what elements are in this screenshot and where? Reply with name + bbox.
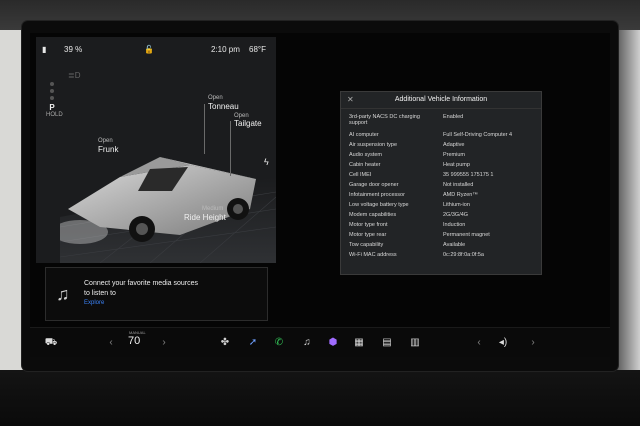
explore-link[interactable]: Explore: [84, 300, 104, 306]
info-value: Lithium-ion: [443, 202, 470, 208]
info-key: Air suspension type: [349, 142, 397, 148]
frunk-state: Open: [98, 138, 113, 144]
info-value: AMD Ryzen™: [443, 192, 478, 198]
battery-percent: 39 %: [64, 45, 83, 54]
info-key: Cell IMEI: [349, 172, 372, 178]
ride-height-button[interactable]: Ride Height: [184, 213, 226, 222]
info-value: 0c:29:8f:0a:0f:5a: [443, 252, 484, 258]
gear-selector[interactable]: P HOLD: [46, 79, 63, 131]
touchscreen: ▮ 39 % 🔓 2:10 pm 68°F P HOLD ≣D Open Ton…: [30, 33, 610, 357]
media-prompt-line2: to listen to: [84, 290, 116, 297]
music-icon[interactable]: ♫: [300, 336, 314, 350]
info-value: Induction: [443, 222, 466, 228]
info-key: Modem capabilities: [349, 212, 397, 218]
info-value: Not installed: [443, 182, 474, 188]
clock: 2:10 pm: [211, 45, 240, 54]
info-key: Infotainment processor: [349, 192, 405, 198]
info-value: Permanent magnet: [443, 232, 490, 238]
frunk-button[interactable]: Frunk: [98, 145, 118, 154]
info-key: Tow capability: [349, 242, 384, 248]
info-value: Heat pump: [443, 162, 470, 168]
info-value: Full Self-Driving Computer 4: [443, 132, 513, 138]
music-note-icon: ♫: [56, 284, 70, 304]
media-card[interactable]: ♫ Connect your favorite media sources to…: [45, 267, 268, 321]
info-value: Adaptive: [443, 142, 465, 148]
volume-down-chevron-icon[interactable]: ‹: [472, 336, 486, 350]
volume-icon[interactable]: ◂): [496, 336, 510, 350]
info-value: Enabled: [443, 114, 464, 120]
vehicle-info-dialog: ✕ Additional Vehicle Information 3rd-par…: [340, 91, 542, 275]
tonneau-state: Open: [208, 95, 223, 101]
notes-icon[interactable]: ▤: [380, 336, 394, 350]
temp-decrease-chevron-icon[interactable]: ‹: [104, 336, 118, 350]
headlight-icon[interactable]: ≣D: [68, 71, 80, 80]
background-bottom: [0, 370, 640, 426]
info-key: 3rd-party NACS DC charging support: [349, 114, 420, 126]
tailgate-leader: [230, 121, 231, 176]
info-key: Cabin heater: [349, 162, 381, 168]
info-key: Motor type front: [349, 222, 388, 228]
car-icon[interactable]: ⛟: [44, 336, 58, 350]
info-key: Garage door opener: [349, 182, 399, 188]
info-value: 2G/3G/4G: [443, 212, 469, 218]
tailgate-button[interactable]: Tailgate: [234, 119, 262, 128]
info-value: Available: [443, 242, 466, 248]
tonneau-button[interactable]: Tonneau: [208, 102, 239, 111]
charge-port-icon[interactable]: ϟ: [264, 157, 269, 167]
info-key: Wi-Fi MAC address: [349, 252, 397, 258]
gear-selected: P: [49, 103, 55, 112]
info-value: Premium: [443, 152, 466, 158]
bottom-dock: ⛟ ‹ MANUAL 70 › ✤ ➚ ✆ ♫ ⬢ ▦ ▤ ▥ ‹ ◂) ›: [30, 327, 610, 357]
cabin-temperature[interactable]: 70: [128, 335, 140, 347]
manual-icon[interactable]: ▥: [408, 336, 422, 350]
info-key: AI computer: [349, 132, 379, 138]
tonneau-leader: [204, 104, 205, 154]
phone-icon[interactable]: ✆: [272, 336, 286, 350]
navigation-icon[interactable]: ➚: [246, 336, 260, 350]
volume-up-chevron-icon[interactable]: ›: [526, 336, 540, 350]
media-prompt-line1: Connect your favorite media sources: [84, 280, 198, 287]
temp-increase-chevron-icon[interactable]: ›: [157, 336, 171, 350]
outside-temperature: 68°F: [249, 45, 266, 54]
dialog-header: ✕ Additional Vehicle Information: [341, 92, 541, 109]
dialog-title: Additional Vehicle Information: [394, 96, 488, 103]
ride-height-state: Medium: [202, 206, 224, 212]
lock-icon[interactable]: 🔓: [144, 45, 154, 54]
battery-icon: ▮: [42, 45, 47, 54]
info-key: Audio system: [349, 152, 383, 158]
info-key: Low voltage battery type: [349, 202, 409, 208]
toybox-icon[interactable]: ⬢: [326, 336, 340, 350]
info-key: Motor type rear: [349, 232, 387, 238]
calendar-icon[interactable]: ▦: [352, 336, 366, 350]
info-value: 35 999555 175175 1: [443, 172, 494, 178]
vehicle-panel: ▮ 39 % 🔓 2:10 pm 68°F P HOLD ≣D Open Ton…: [36, 37, 276, 263]
fan-icon[interactable]: ✤: [218, 336, 232, 350]
